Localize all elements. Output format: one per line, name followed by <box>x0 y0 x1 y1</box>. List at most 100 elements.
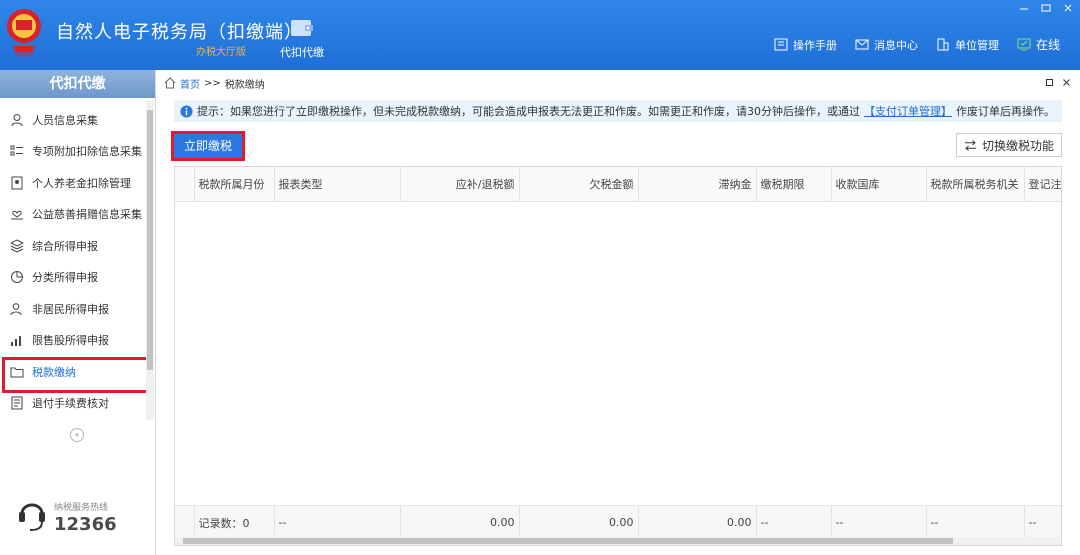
manual-link[interactable]: 操作手册 <box>774 37 837 53</box>
sidebar-item-personnel-info[interactable]: 人员信息采集 <box>0 104 146 136</box>
user-outline-icon <box>10 302 22 315</box>
sidebar-item-comprehensive-income[interactable]: 综合所得申报 <box>0 230 146 262</box>
list-icon <box>10 145 23 156</box>
table-header-cell[interactable]: 收款国库 <box>831 167 927 202</box>
sidebar-scrollbar[interactable] <box>146 100 154 420</box>
bar-chart-icon <box>11 336 21 347</box>
messages-link[interactable]: 消息中心 <box>855 37 918 53</box>
breadcrumb-separator: >> <box>204 77 221 89</box>
heart-hand-icon <box>11 210 23 220</box>
breadcrumb: 首页 >> 税款缴纳 <box>156 70 1080 96</box>
swap-icon <box>964 139 976 151</box>
book-icon <box>774 38 788 51</box>
sidebar-item-pension-deduction[interactable]: 个人养老金扣除管理 <box>0 167 146 199</box>
record-count: 记录数：0 <box>194 505 275 540</box>
breadcrumb-current: 税款缴纳 <box>224 79 265 91</box>
module-withholding[interactable]: 代扣代缴 <box>276 16 328 60</box>
online-status[interactable]: 在线 <box>1017 36 1060 53</box>
sidebar-menu: 人员信息采集 专项附加扣除信息采集 个人养老金扣除管理 公益慈善捐赠信息采集 综… <box>0 104 152 420</box>
messages-label: 消息中心 <box>873 38 918 52</box>
sidebar-item-nonresident-income[interactable]: 非居民所得申报 <box>0 293 146 325</box>
minimize-icon[interactable] <box>1018 3 1030 13</box>
table-footer-cell: 0.00 <box>400 505 520 540</box>
app-header: 中国税务 自然人电子税务局（扣缴端） 办税大厅版 代扣代缴 操作手册 消息中心 … <box>0 0 1080 70</box>
table-footer-cell: -- <box>756 505 832 540</box>
app-subtitle: 办税大厅版 <box>196 47 246 58</box>
breadcrumb-home-link[interactable]: 首页 <box>180 76 200 91</box>
panel-controls <box>1046 78 1070 86</box>
app-title: 自然人电子税务局（扣缴端） <box>56 22 303 43</box>
sidebar-item-label: 非居民所得申报 <box>32 302 109 316</box>
layers-icon <box>10 239 24 253</box>
sidebar-item-classified-income[interactable]: 分类所得申报 <box>0 262 146 294</box>
badge-icon <box>11 176 23 190</box>
table-header-cell[interactable]: 滞纳金 <box>638 167 757 202</box>
table-header-row: 税款所属月份 报表类型 应补/退税额 欠税金额 滞纳金 缴税期限 收款国库 税款… <box>175 167 1061 202</box>
restore-icon[interactable] <box>1040 3 1052 13</box>
unit-management-label: 单位管理 <box>954 38 999 52</box>
sidebar-item-label: 综合所得申报 <box>32 239 98 253</box>
table-footer-cell: -- <box>1024 505 1061 540</box>
sidebar-title: 代扣代缴 <box>0 70 155 98</box>
document-icon <box>11 396 23 410</box>
svg-text:中国税务: 中国税务 <box>14 51 34 58</box>
table-footer-cell: -- <box>274 505 401 540</box>
sidebar-item-label: 人员信息采集 <box>32 113 98 127</box>
sidebar-item-label: 限售股所得申报 <box>32 334 109 348</box>
sidebar-item-charity-donation[interactable]: 公益慈善捐赠信息采集 <box>0 199 146 231</box>
monitor-check-icon <box>1017 38 1031 51</box>
table-header-cell[interactable]: 报表类型 <box>274 167 401 202</box>
table-footer-row: 记录数：0 -- 0.00 0.00 0.00 -- -- -- -- <box>175 505 1061 540</box>
hotline-label: 纳税服务热线 <box>54 503 109 513</box>
headset-icon <box>19 503 45 531</box>
main-content: 首页 >> 税款缴纳 提示：如果您进行了立即缴税操作，但未完成税款缴纳，可能会造… <box>156 70 1080 555</box>
switch-payment-button[interactable]: 切换缴税功能 <box>956 133 1062 157</box>
national-emblem-icon: 中国税务 <box>7 9 41 58</box>
tip-banner: 提示：如果您进行了立即缴税操作，但未完成税款缴纳，可能会造成申报表无法更正和作废… <box>174 100 1062 122</box>
wallet-icon <box>291 20 313 36</box>
service-hotline: 纳税服务热线 12366 <box>14 496 144 544</box>
table-footer-cell: -- <box>926 505 1025 540</box>
table-header-cell[interactable]: 缴税期限 <box>756 167 832 202</box>
sidebar-item-special-deduction[interactable]: 专项附加扣除信息采集 <box>0 136 146 168</box>
table-horizontal-scrollbar[interactable] <box>175 537 1061 545</box>
close-panel-icon[interactable] <box>1063 78 1070 86</box>
payment-order-link[interactable]: 【支付订单管理】 <box>864 103 952 119</box>
switch-payment-label: 切换缴税功能 <box>981 138 1054 153</box>
sidebar-item-restricted-shares[interactable]: 限售股所得申报 <box>0 325 146 357</box>
folder-icon <box>10 367 24 378</box>
table-footer-cell: 0.00 <box>638 505 757 540</box>
table-header-cell[interactable]: 税款所属税务机关 <box>926 167 1025 202</box>
sidebar-item-label: 分类所得申报 <box>32 271 98 285</box>
table-header-cell[interactable]: 欠税金额 <box>519 167 639 202</box>
tax-payment-table: 税款所属月份 报表类型 应补/退税额 欠税金额 滞纳金 缴税期限 收款国库 税款… <box>174 166 1062 546</box>
table-header-cell[interactable]: 税款所属月份 <box>194 167 275 202</box>
window-controls <box>1018 3 1074 13</box>
sidebar-item-tax-payment[interactable]: 税款缴纳 <box>0 356 152 393</box>
header-links: 操作手册 消息中心 单位管理 在线 <box>774 36 1060 53</box>
close-icon[interactable] <box>1062 3 1074 13</box>
sidebar-item-label: 税款缴纳 <box>32 365 76 379</box>
table-footer-cell: 0.00 <box>519 505 639 540</box>
unit-management-link[interactable]: 单位管理 <box>936 37 999 53</box>
sidebar: 代扣代缴 人员信息采集 专项附加扣除信息采集 个人养老金扣除管理 公益慈善捐赠信… <box>0 70 156 555</box>
building-icon <box>937 38 949 51</box>
table-header-select[interactable] <box>175 167 195 202</box>
info-icon <box>180 104 193 118</box>
sidebar-item-label: 个人养老金扣除管理 <box>32 176 131 190</box>
online-label: 在线 <box>1035 38 1060 52</box>
sidebar-item-label: 退付手续费核对 <box>32 397 109 411</box>
sidebar-item-refund-fee-check[interactable]: 退付手续费核对 <box>0 388 146 420</box>
hotline-number: 12366 <box>54 514 117 535</box>
table-header-cell[interactable]: 应补/退税额 <box>400 167 520 202</box>
collapse-sidebar-icon[interactable]: « <box>70 428 84 442</box>
home-icon <box>164 77 176 89</box>
sidebar-item-label: 专项附加扣除信息采集 <box>32 145 142 159</box>
maximize-panel-icon[interactable] <box>1046 78 1053 86</box>
pay-now-button[interactable]: 立即缴税 <box>171 131 245 161</box>
mail-icon <box>855 39 869 50</box>
table-footer-cell: -- <box>831 505 927 540</box>
table-header-cell[interactable]: 登记注 <box>1024 167 1061 202</box>
person-icon <box>11 113 23 126</box>
manual-label: 操作手册 <box>792 38 837 52</box>
